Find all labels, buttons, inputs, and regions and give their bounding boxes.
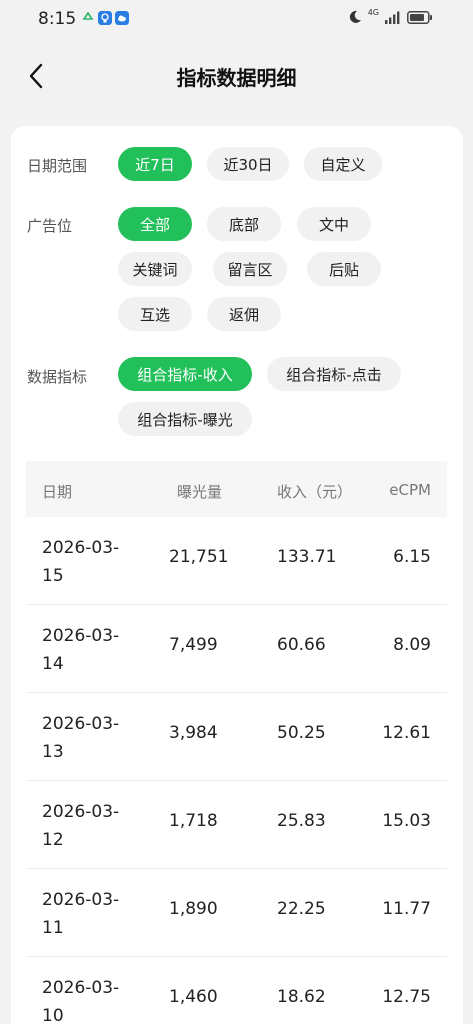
- ad-slot-label: 广告位: [27, 217, 73, 235]
- chip-mutual-select[interactable]: 互选: [118, 297, 192, 331]
- chip-last-30-days[interactable]: 近30日: [207, 147, 289, 181]
- status-time: 8:15: [38, 9, 77, 29]
- chip-metric-exposure[interactable]: 组合指标-曝光: [118, 402, 252, 436]
- chip-keyword[interactable]: 关键词: [118, 252, 192, 286]
- bulb-icon: [98, 11, 112, 25]
- chip-last-7-days[interactable]: 近7日: [118, 147, 192, 181]
- chip-post-paste[interactable]: 后贴: [307, 252, 381, 286]
- row-exposure: 3,984: [169, 723, 218, 743]
- table-row: 2026-03- 10 1,460 18.62 12.75: [26, 957, 447, 1024]
- signal-icon: [385, 11, 400, 24]
- row-ecpm: 12.61: [382, 723, 431, 743]
- row-income: 60.66: [277, 635, 326, 655]
- table-row: 2026-03- 14 7,499 60.66 8.09: [26, 605, 447, 693]
- status-right-icons: 4G: [348, 7, 433, 24]
- row-income: 50.25: [277, 723, 326, 743]
- date-range-label: 日期范围: [27, 157, 88, 175]
- status-bar: 8:15 4G: [0, 0, 473, 38]
- table-header: 日期 曝光量 收入（元） eCPM: [26, 461, 447, 517]
- detail-card: 日期范围 近7日 近30日 自定义 广告位 全部 底部 文中 关键词 留言区 后…: [11, 126, 463, 1024]
- row-date: 2026-03- 13: [42, 714, 120, 762]
- row-income: 133.71: [277, 547, 337, 567]
- row-date: 2026-03- 15: [42, 538, 120, 586]
- row-ecpm: 8.09: [393, 635, 431, 655]
- row-exposure: 7,499: [169, 635, 218, 655]
- battery-icon: [407, 10, 432, 24]
- column-header-date: 日期: [42, 483, 73, 501]
- row-date: 2026-03- 14: [42, 626, 120, 674]
- row-exposure: 1,718: [169, 811, 218, 831]
- row-ecpm: 12.75: [382, 987, 431, 1007]
- row-date: 2026-03- 12: [42, 802, 120, 850]
- chip-comment-area[interactable]: 留言区: [213, 252, 287, 286]
- row-exposure: 1,890: [169, 899, 218, 919]
- moon-icon: [349, 10, 361, 23]
- chip-all[interactable]: 全部: [118, 207, 192, 241]
- column-header-ecpm: eCPM: [389, 481, 431, 499]
- table-row: 2026-03- 12 1,718 25.83 15.03: [26, 781, 447, 869]
- navigation-bar: 指标数据明细: [0, 50, 473, 102]
- notification-icons: [81, 11, 129, 25]
- chip-metric-clicks[interactable]: 组合指标-点击: [267, 357, 401, 391]
- recycle-icon: [82, 11, 94, 20]
- row-ecpm: 15.03: [382, 811, 431, 831]
- row-exposure: 21,751: [169, 547, 229, 567]
- chip-bottom[interactable]: 底部: [207, 207, 281, 241]
- row-exposure: 1,460: [169, 987, 218, 1007]
- row-date: 2026-03- 10: [42, 978, 120, 1024]
- row-income: 22.25: [277, 899, 326, 919]
- metric-label: 数据指标: [27, 368, 88, 386]
- column-header-exposure: 曝光量: [177, 483, 223, 501]
- chip-custom-range[interactable]: 自定义: [304, 147, 382, 181]
- column-header-income: 收入（元）: [277, 483, 353, 501]
- table-row: 2026-03- 13 3,984 50.25 12.61: [26, 693, 447, 781]
- chip-rebate[interactable]: 返佣: [207, 297, 281, 331]
- network-type: 4G: [367, 7, 379, 17]
- table-row: 2026-03- 15 21,751 133.71 6.15: [26, 517, 447, 605]
- table-row: 2026-03- 11 1,890 22.25 11.77: [26, 869, 447, 957]
- row-ecpm: 11.77: [382, 899, 431, 919]
- chip-metric-income[interactable]: 组合指标-收入: [118, 357, 252, 391]
- row-income: 18.62: [277, 987, 326, 1007]
- row-ecpm: 6.15: [393, 547, 431, 567]
- row-date: 2026-03- 11: [42, 890, 120, 938]
- row-income: 25.83: [277, 811, 326, 831]
- page-title: 指标数据明细: [176, 66, 297, 90]
- chip-in-article[interactable]: 文中: [297, 207, 371, 241]
- cloud-icon: [115, 11, 129, 25]
